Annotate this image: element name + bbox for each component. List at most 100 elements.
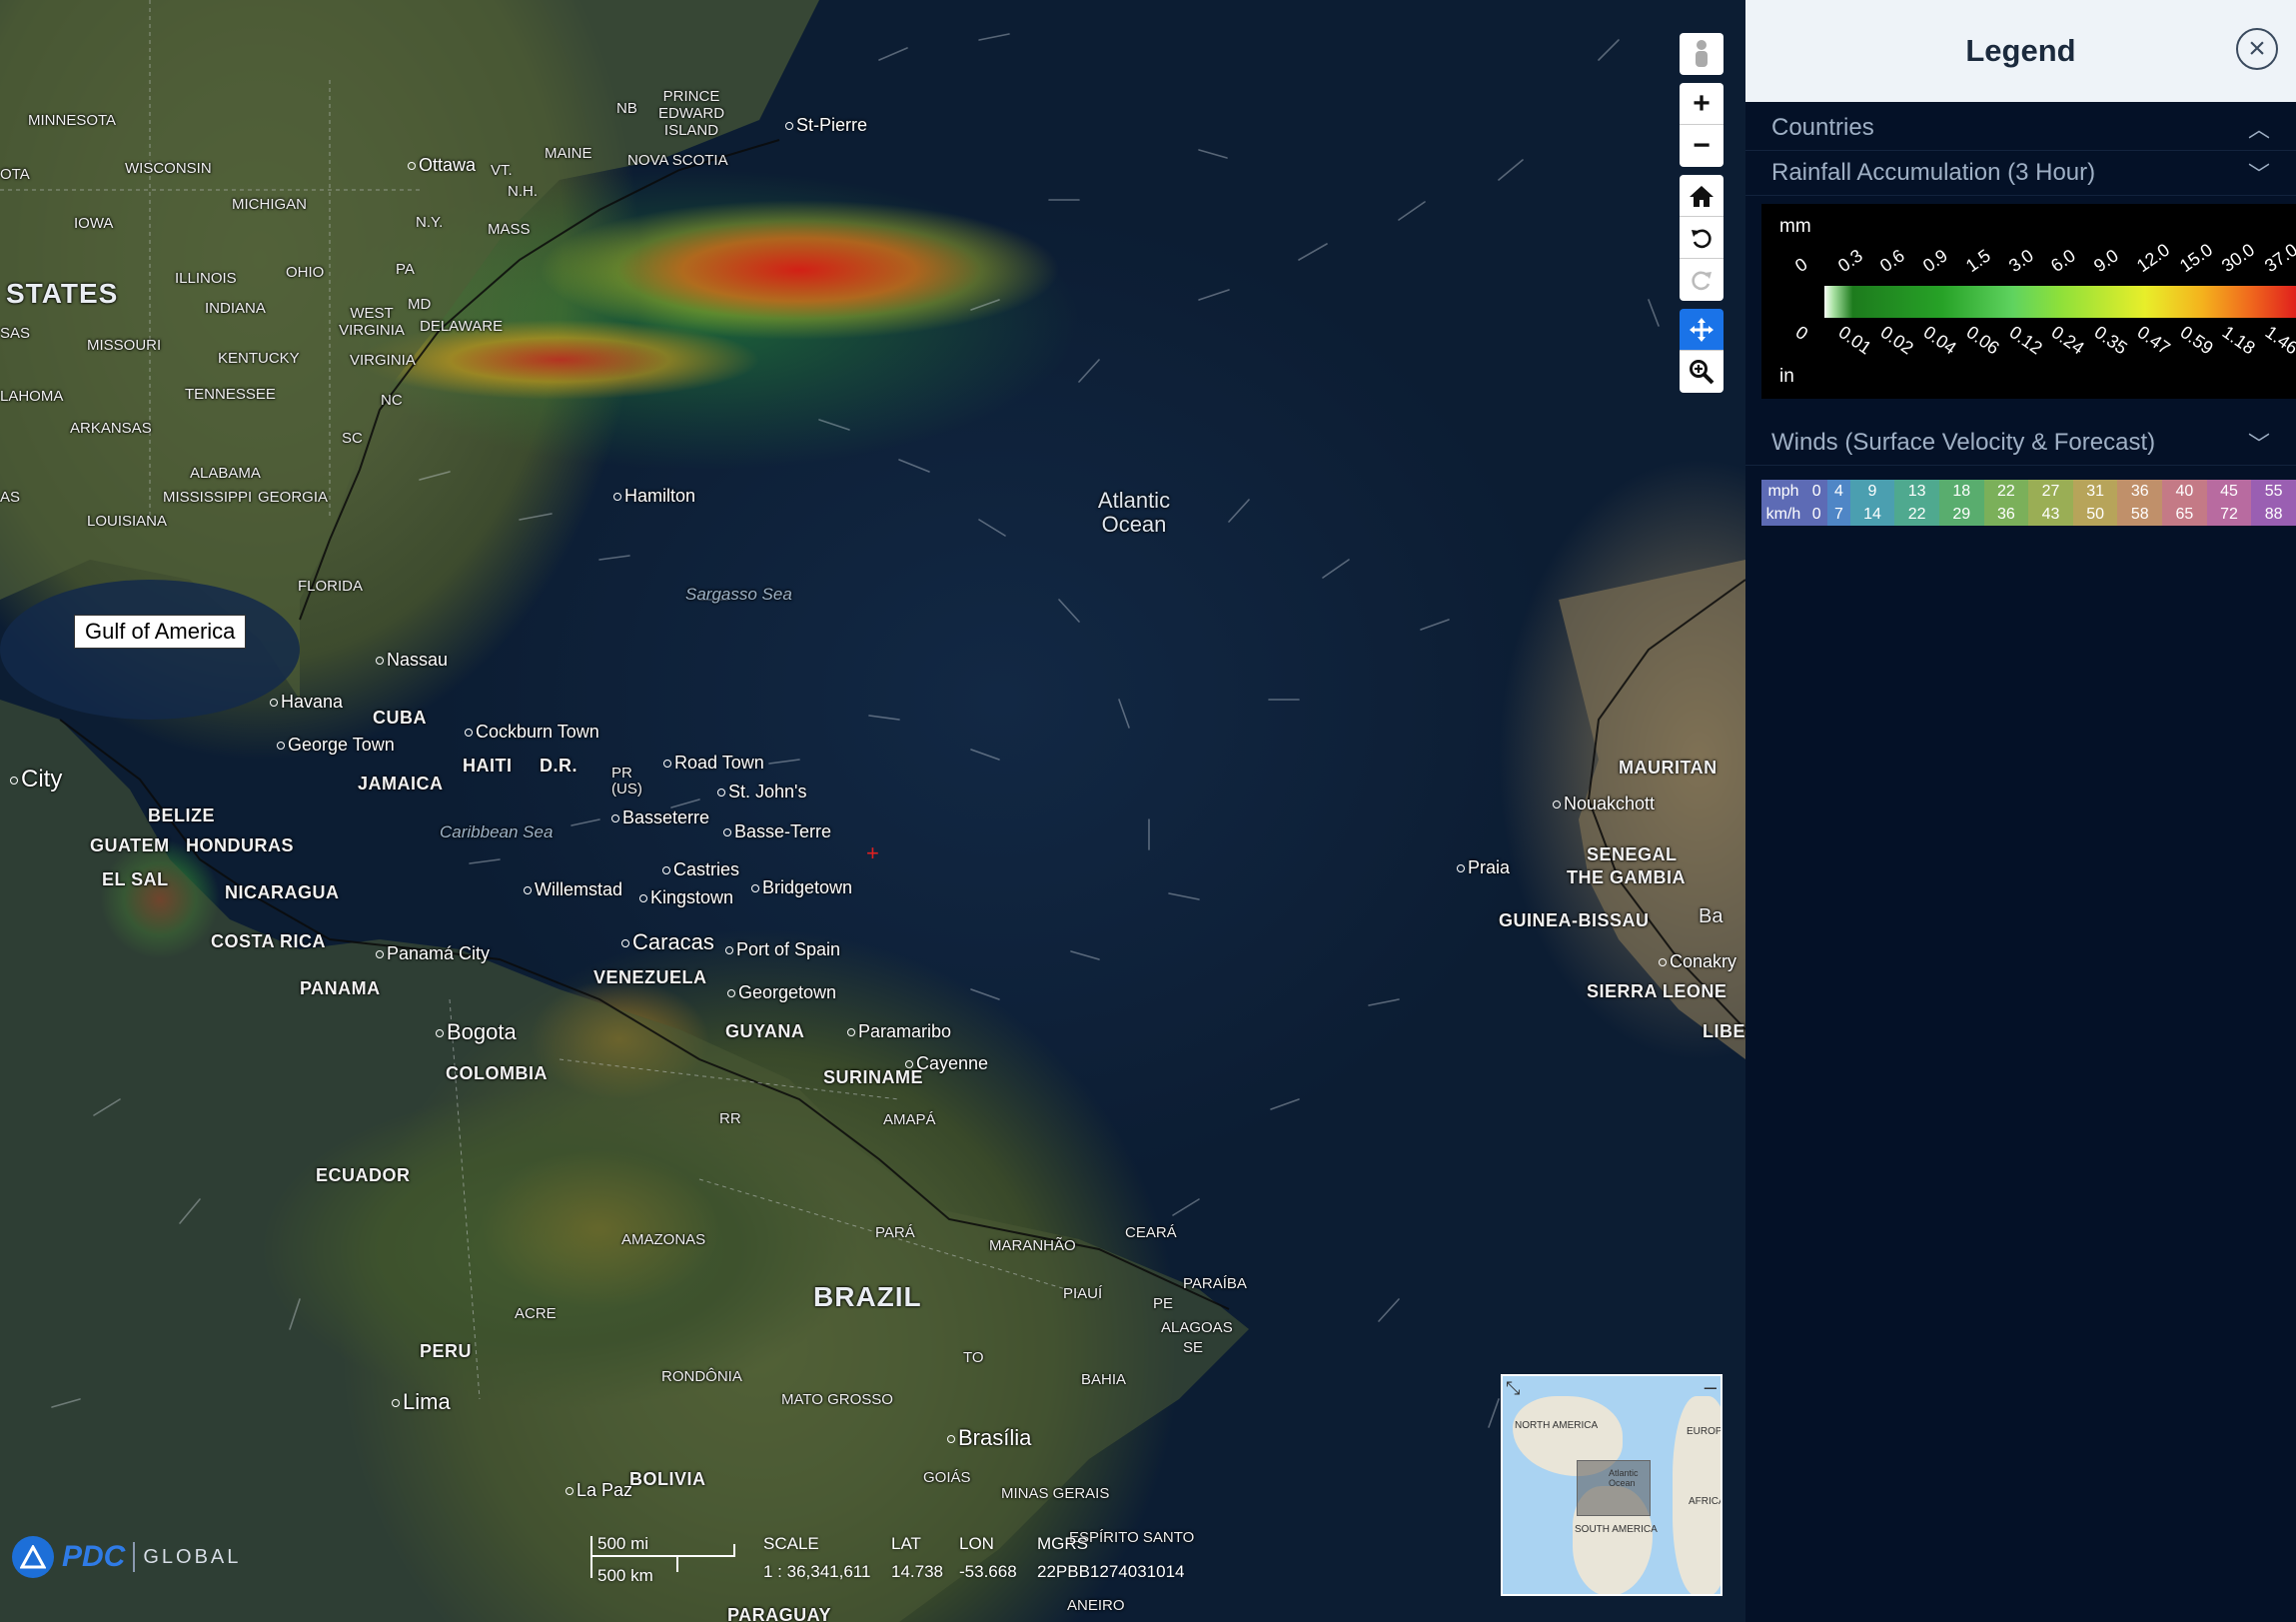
coordinate-headers: SCALE LAT LON MGRS xyxy=(763,1534,1184,1554)
label-georgia: GEORGIA xyxy=(258,489,329,506)
wind-mph-label: mph xyxy=(1761,480,1805,503)
lon-header: LON xyxy=(959,1534,994,1553)
label-nicaragua: NICARAGUA xyxy=(225,882,340,902)
label-sc: SC xyxy=(342,430,363,447)
label-peru: PERU xyxy=(420,1341,473,1361)
rain-unit-mm: mm xyxy=(1779,216,1811,237)
close-legend-button[interactable]: × xyxy=(2236,28,2278,70)
wind-mph-cell: 0 xyxy=(1805,480,1828,503)
label-tennessee: TENNESSEE xyxy=(185,386,276,403)
label-as: AS xyxy=(0,489,21,506)
countries-section-header[interactable]: Countries ︿ xyxy=(1745,106,2296,151)
winds-section-header[interactable]: Winds (Surface Velocity & Forecast) ﹀ xyxy=(1745,421,2296,466)
city-havana: Havana xyxy=(270,692,343,713)
label-bolivia: BOLIVIA xyxy=(629,1469,706,1489)
label-michigan: MICHIGAN xyxy=(232,196,307,213)
label-alabama: ALABAMA xyxy=(190,465,261,482)
person-icon xyxy=(1696,40,1708,67)
plus-icon: + xyxy=(1693,86,1711,120)
label-se: SE xyxy=(1183,1339,1204,1356)
label-pe: PE xyxy=(1153,1295,1174,1312)
legend-header: Legend × xyxy=(1745,0,2296,102)
rotate-left-icon xyxy=(1692,229,1712,248)
label-delaware: DELAWARE xyxy=(420,318,504,335)
label-illinois: ILLINOIS xyxy=(175,270,237,287)
label-venezuela: VENEZUELA xyxy=(593,967,707,987)
label-ba: Ba xyxy=(1699,905,1723,927)
label-pei: PRINCE EDWARD ISLAND xyxy=(657,88,725,139)
city-conakry: Conakry xyxy=(1659,951,1736,972)
map-view[interactable]: MINNESOTA WISCONSIN MICHIGAN OTA IOWA IL… xyxy=(0,0,1745,1622)
pan-icon xyxy=(1690,317,1714,342)
zoom-in-button[interactable]: + xyxy=(1680,83,1723,125)
zoom-box-icon xyxy=(1690,360,1715,385)
rain-in-tick: 0.02 xyxy=(1876,322,1918,359)
rotate-right-icon xyxy=(1692,271,1712,291)
legend-panel: Legend × Countries ︿ Rainfall Accumulati… xyxy=(1745,0,2296,1622)
rotate-right-button[interactable] xyxy=(1680,259,1723,301)
coordinate-values: 1 : 36,341,611 14.738 -53.668 22PBB12740… xyxy=(763,1562,1184,1582)
label-nc: NC xyxy=(381,392,403,409)
label-florida: FLORIDA xyxy=(298,578,364,595)
label-gambia: THE GAMBIA xyxy=(1567,867,1686,887)
label-nh: N.H. xyxy=(508,183,538,200)
label-jamaica: JAMAICA xyxy=(358,774,444,794)
label-ohio: OHIO xyxy=(286,264,325,281)
rain-in-tick: 0.24 xyxy=(2047,322,2089,359)
zoom-out-button[interactable]: − xyxy=(1680,125,1723,167)
city-nassau: Nassau xyxy=(376,650,448,671)
rain-mm-tick: 30.0 xyxy=(2218,239,2259,277)
label-paraguay: PARAGUAY xyxy=(727,1605,832,1622)
wind-mph-cell: 36 xyxy=(2117,480,2163,503)
rotate-left-button[interactable] xyxy=(1680,217,1723,259)
map-controls: + − xyxy=(1680,33,1723,393)
street-view-button[interactable] xyxy=(1680,33,1723,75)
expand-icon[interactable]: ⤡ xyxy=(1506,1378,1520,1399)
wind-kmh-cell: 7 xyxy=(1827,503,1850,526)
rainfall-section-label: Rainfall Accumulation (3 Hour) xyxy=(1771,159,2096,186)
chevron-up-icon: ︿ xyxy=(2247,117,2270,142)
minus-icon: − xyxy=(1693,129,1711,162)
rainfall-color-scale: mm 0 0.3 0.6 0.9 1.5 3.0 6.0 9.0 12.0 15.0 30.0 37.… xyxy=(1761,204,2296,399)
wind-mph-cell: 18 xyxy=(1938,480,1984,503)
label-to: TO xyxy=(963,1349,984,1366)
pan-tool-button[interactable] xyxy=(1680,309,1723,351)
wind-kmh-cell: 36 xyxy=(1983,503,2029,526)
label-kentucky: KENTUCKY xyxy=(218,350,300,367)
label-minas-gerais: MINAS GERAIS xyxy=(1001,1485,1110,1502)
rain-unit-in: in xyxy=(1779,366,1794,387)
rain-mm-tick: 15.0 xyxy=(2175,239,2216,277)
rain-in-tick: 1.46 xyxy=(2261,322,2296,359)
city-george-town: George Town xyxy=(277,735,395,756)
wind-mph-cell: 13 xyxy=(1894,480,1939,503)
home-button[interactable] xyxy=(1680,175,1723,217)
global-brand-text: GLOBAL xyxy=(143,1545,242,1568)
label-haiti: HAITI xyxy=(463,756,513,776)
zoom-box-button[interactable] xyxy=(1680,351,1723,393)
rain-in-tick: 0.12 xyxy=(2005,322,2046,359)
minimize-icon[interactable]: – xyxy=(1705,1376,1717,1400)
mgrs-header: MGRS xyxy=(1037,1534,1088,1553)
label-nb: NB xyxy=(616,100,637,117)
city-city: City xyxy=(10,766,62,794)
label-amazonas: AMAZONAS xyxy=(621,1231,706,1248)
wind-mph-cell: 45 xyxy=(2206,480,2252,503)
rain-in-tick: 0.01 xyxy=(1834,322,1875,359)
label-senegal: SENEGAL xyxy=(1587,844,1678,864)
label-mato-grosso: MATO GROSSO xyxy=(781,1391,893,1408)
wind-kmh-cell: 0 xyxy=(1805,503,1828,526)
wind-mph-cell: 40 xyxy=(2162,480,2207,503)
lat-header: LAT xyxy=(891,1534,921,1553)
label-caribbean-sea: Caribbean Sea xyxy=(440,822,554,841)
rain-mm-tick: 0 xyxy=(1790,254,1811,277)
label-ecuador: ECUADOR xyxy=(316,1165,411,1185)
wind-mph-cell: 22 xyxy=(1983,480,2029,503)
rainfall-section-header[interactable]: Rainfall Accumulation (3 Hour) ﹀ xyxy=(1745,151,2296,196)
rain-in-tick: 0.35 xyxy=(2090,322,2131,359)
label-costa-rica: COSTA RICA xyxy=(211,931,326,951)
overview-map[interactable]: NORTH AMERICA SOUTH AMERICA EUROPE AFRIC… xyxy=(1501,1374,1722,1596)
overview-label-south-america: SOUTH AMERICA xyxy=(1575,1524,1658,1535)
wind-speed-scale: mph 0 4 9 13 18 22 27 31 36 40 45 55 km/h 0 7 14 22 29 3… xyxy=(1761,480,2296,526)
rain-mm-tick: 0.9 xyxy=(1919,245,1952,277)
label-colombia: COLOMBIA xyxy=(446,1063,548,1083)
